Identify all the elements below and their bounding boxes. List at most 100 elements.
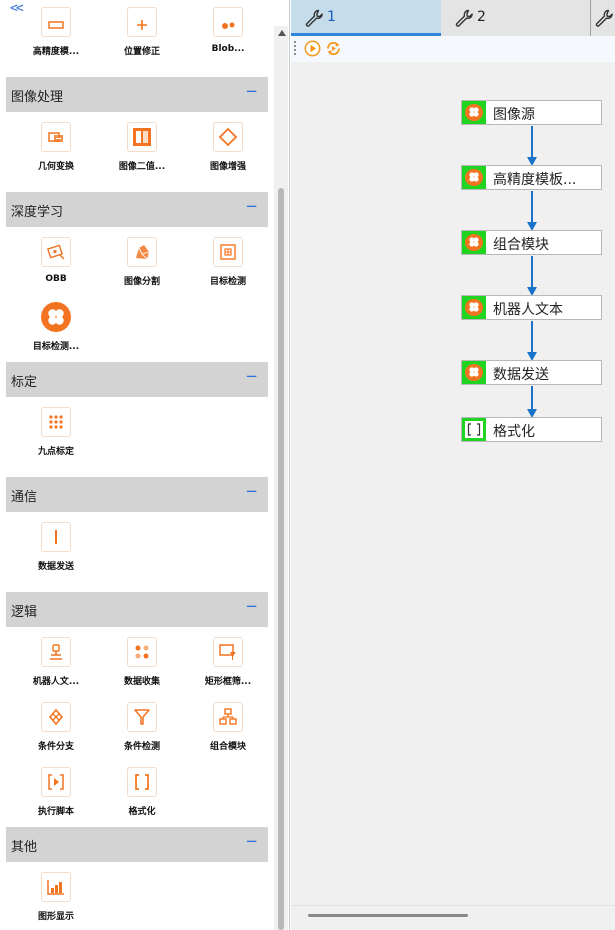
nine-point-calibration-icon <box>41 407 71 437</box>
category-deep-learning[interactable]: 深度学习 − <box>6 192 268 227</box>
tab-flow-2[interactable]: 2 <box>441 0 591 36</box>
flow-horizontal-scrollbar-thumb[interactable] <box>308 914 468 917</box>
tool-item-object-detection[interactable]: 目标检测 <box>185 237 271 297</box>
category-logic[interactable]: 逻辑 − <box>6 592 268 627</box>
flow-node-template-match[interactable]: 高精度模板... <box>461 165 602 190</box>
tool-label: OBB <box>45 274 67 284</box>
tool-item-data-collect[interactable]: 数据收集 <box>99 637 185 697</box>
toolbox-scrollbar-thumb[interactable] <box>278 188 284 930</box>
category-other[interactable]: 其他 − <box>6 827 268 862</box>
tool-label: 目标检测... <box>32 342 80 352</box>
category-image-processing[interactable]: 图像处理 − <box>6 77 268 112</box>
collapse-category-button[interactable]: − <box>245 367 258 385</box>
module-icon <box>462 361 486 384</box>
robot-text-icon <box>41 637 71 667</box>
tool-item-chart-display[interactable]: 图形显示 <box>13 872 99 930</box>
geometric-transform-icon <box>41 122 71 152</box>
format-icon <box>127 767 157 797</box>
position-fix-icon <box>127 7 157 37</box>
collapse-category-button[interactable]: − <box>245 82 258 100</box>
tool-label: 数据收集 <box>123 677 160 687</box>
condition-check-icon <box>127 702 157 732</box>
tool-item-condition-branch[interactable]: 条件分支 <box>13 702 99 762</box>
obb-icon <box>41 237 71 267</box>
flow-node-robot-text[interactable]: 机器人文本 <box>461 295 602 320</box>
flow-panel: 1 2 图像源 高精度模板... 组合模块 机器人文本 数据发送 格式化 <box>291 0 615 930</box>
tab-label: 1 <box>327 9 336 25</box>
tool-item-group-module[interactable]: 组合模块 <box>185 702 271 762</box>
tool-item-enhance[interactable]: 图像增强 <box>185 122 271 182</box>
flow-node-data-send[interactable]: 数据发送 <box>461 360 602 385</box>
node-label: 组合模块 <box>493 237 549 253</box>
category-title: 通信 <box>11 490 38 505</box>
run-loop-button[interactable] <box>325 40 342 57</box>
node-label: 高精度模板... <box>493 172 577 188</box>
tool-label: 图像二值... <box>118 162 166 172</box>
collapse-category-button[interactable]: − <box>245 482 258 500</box>
tool-label: 位置修正 <box>123 47 160 57</box>
collapse-category-button[interactable]: − <box>245 597 258 615</box>
tool-label: 矩形框筛... <box>204 677 252 687</box>
tool-item-robot-text[interactable]: 机器人文... <box>13 637 99 697</box>
binarize-icon <box>127 122 157 152</box>
wrench-icon <box>595 9 613 27</box>
object-detection-module-icon <box>41 302 71 332</box>
tool-item-data-send[interactable]: 数据发送 <box>13 522 99 582</box>
flow-connector <box>527 386 537 418</box>
collapse-category-button[interactable]: − <box>245 832 258 850</box>
node-label: 格式化 <box>493 424 535 440</box>
flow-node-group-module[interactable]: 组合模块 <box>461 230 602 255</box>
tool-item-script[interactable]: 执行脚本 <box>13 767 99 827</box>
flow-canvas[interactable]: 图像源 高精度模板... 组合模块 机器人文本 数据发送 格式化 <box>291 62 615 905</box>
blob-icon <box>213 7 243 37</box>
tool-item-blob[interactable]: Blob... <box>185 7 271 82</box>
run-once-button[interactable] <box>304 40 321 57</box>
flow-horizontal-scrollbar[interactable] <box>291 905 615 930</box>
tool-label: 图像分割 <box>123 277 160 287</box>
enhance-icon <box>213 122 243 152</box>
tool-label: 高精度模... <box>32 47 80 57</box>
flow-toolbar <box>291 36 615 62</box>
tool-label: 九点标定 <box>37 447 74 457</box>
tool-item-object-detection-module[interactable]: 目标检测... <box>13 302 99 362</box>
node-label: 图像源 <box>493 107 535 123</box>
segmentation-icon <box>127 237 157 267</box>
tool-label: Blob... <box>211 44 245 54</box>
collapse-category-button[interactable]: − <box>245 197 258 215</box>
tool-item-position-fix[interactable]: 位置修正 <box>99 7 185 82</box>
flow-node-image-source[interactable]: 图像源 <box>461 100 602 125</box>
bracket-icon <box>462 418 486 441</box>
flow-connector <box>527 191 537 231</box>
rect-filter-icon <box>213 637 243 667</box>
category-communication[interactable]: 通信 − <box>6 477 268 512</box>
tool-item-condition-check[interactable]: 条件检测 <box>99 702 185 762</box>
scroll-up-arrow[interactable] <box>278 30 286 36</box>
group-module-icon <box>213 702 243 732</box>
tool-item-rect-filter[interactable]: 矩形框筛... <box>185 637 271 697</box>
tab-flow-1[interactable]: 1 <box>291 0 441 36</box>
tool-item-obb[interactable]: OBB <box>13 237 99 297</box>
tool-label: 执行脚本 <box>37 807 74 817</box>
tool-item-geometric-transform[interactable]: 几何变换 <box>13 122 99 182</box>
tab-label: 2 <box>477 9 486 25</box>
node-label: 数据发送 <box>493 367 549 383</box>
category-title: 标定 <box>11 375 38 390</box>
flow-node-format[interactable]: 格式化 <box>461 417 602 442</box>
toolbox-panel: << 高精度模... 位置修正 Blob... 图像处理 − 几何变换 图像二值… <box>0 0 290 930</box>
tool-item-binarize[interactable]: 图像二值... <box>99 122 185 182</box>
flow-tab-bar: 1 2 <box>291 0 615 36</box>
wrench-icon <box>305 9 323 27</box>
category-calibration[interactable]: 标定 − <box>6 362 268 397</box>
toolbar-grip[interactable] <box>294 41 296 57</box>
category-title: 深度学习 <box>11 205 64 220</box>
tool-item-segmentation[interactable]: 图像分割 <box>99 237 185 297</box>
tool-item-format[interactable]: 格式化 <box>99 767 185 827</box>
tab-flow-3[interactable] <box>591 0 615 36</box>
tool-item-template-match[interactable]: 高精度模... <box>13 7 99 82</box>
collapse-toolbox-button[interactable]: << <box>10 1 24 16</box>
module-icon <box>462 166 486 189</box>
tool-label: 格式化 <box>128 807 156 817</box>
tool-item-nine-point-calibration[interactable]: 九点标定 <box>13 407 99 467</box>
chart-display-icon <box>41 872 71 902</box>
flow-connector <box>527 321 537 361</box>
